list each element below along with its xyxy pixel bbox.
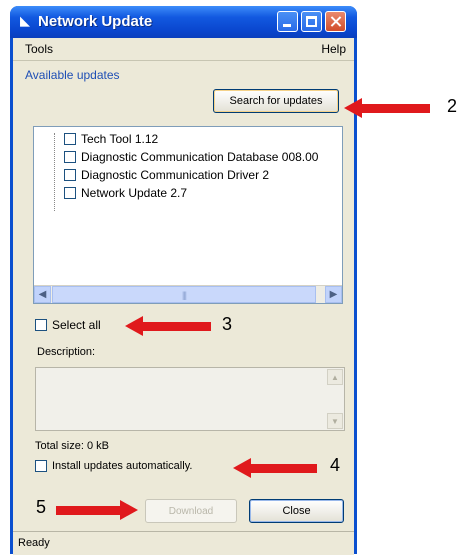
update-checkbox[interactable]: [64, 133, 76, 145]
total-size-text: Total size: 0 kB: [35, 440, 109, 452]
update-checkbox[interactable]: [64, 151, 76, 163]
close-button[interactable]: Close: [249, 499, 344, 523]
scroll-down-icon: ▼: [327, 413, 343, 429]
menu-tools[interactable]: Tools: [25, 42, 53, 56]
install-automatically-label: Install updates automatically.: [52, 460, 193, 472]
arrow-head-icon: [120, 500, 138, 520]
description-label: Description:: [37, 346, 96, 358]
callout-number-search: 2: [447, 96, 458, 116]
update-label: Diagnostic Communication Driver 2: [81, 168, 270, 182]
select-all-option[interactable]: Select all: [35, 318, 101, 332]
select-all-label: Select all: [52, 318, 101, 332]
callout-arrow-search: [344, 98, 430, 118]
scroll-right-icon[interactable]: ▶: [325, 286, 342, 303]
list-item[interactable]: Diagnostic Communication Database 008.00: [64, 149, 318, 165]
search-for-updates-button[interactable]: Search for updates: [213, 89, 339, 113]
maximize-button[interactable]: [301, 11, 322, 32]
available-updates-label: Available updates: [25, 68, 120, 82]
scroll-thumb[interactable]: |||: [52, 286, 316, 303]
install-automatically-option[interactable]: Install updates automatically.: [35, 460, 192, 472]
menu-bar: Tools Help: [13, 38, 354, 61]
list-item[interactable]: Network Update 2.7: [64, 185, 187, 201]
select-all-checkbox[interactable]: [35, 319, 47, 331]
description-box: ▲ ▼: [35, 367, 345, 431]
title-bar[interactable]: ◣ Network Update: [10, 6, 357, 38]
install-automatically-checkbox[interactable]: [35, 460, 47, 472]
tree-line: [54, 133, 56, 211]
update-label: Network Update 2.7: [81, 186, 188, 200]
minimize-button[interactable]: [277, 11, 298, 32]
download-button[interactable]: Download: [145, 499, 237, 523]
close-window-button[interactable]: [325, 11, 346, 32]
callout-arrow-install-auto: [233, 458, 317, 478]
callout-arrow-download: [56, 500, 138, 520]
callout-arrow-select-all: [125, 316, 211, 336]
updates-list[interactable]: Tech Tool 1.12 Diagnostic Communication …: [33, 126, 343, 304]
app-icon: ◣: [20, 13, 30, 28]
update-label: Diagnostic Communication Database 008.00: [81, 150, 319, 164]
callout-number-select-all: 3: [222, 314, 233, 334]
list-item[interactable]: Diagnostic Communication Driver 2: [64, 167, 269, 183]
status-text: Ready: [18, 537, 50, 549]
horizontal-scrollbar[interactable]: ◀ ||| ▶: [34, 285, 342, 303]
callout-number-install-auto: 4: [330, 455, 341, 475]
list-item[interactable]: Tech Tool 1.12: [64, 131, 158, 147]
scroll-up-icon: ▲: [327, 369, 343, 385]
update-checkbox[interactable]: [64, 169, 76, 181]
status-bar: Ready: [13, 531, 354, 555]
menu-help[interactable]: Help: [321, 42, 346, 56]
update-checkbox[interactable]: [64, 187, 76, 199]
update-label: Tech Tool 1.12: [81, 132, 159, 146]
window-title: Network Update: [38, 13, 153, 30]
scroll-left-icon[interactable]: ◀: [34, 286, 51, 303]
callout-number-download: 5: [36, 497, 47, 517]
